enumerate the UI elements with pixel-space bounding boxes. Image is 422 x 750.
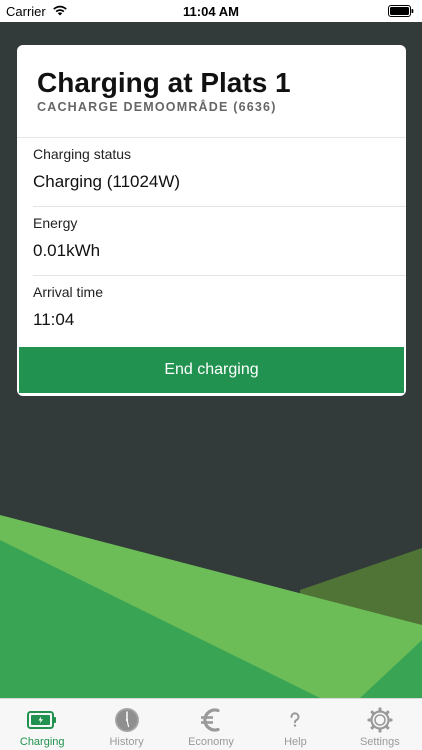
energy-field: Energy 0.01kWh xyxy=(33,207,406,276)
charging-status-value: Charging (11024W) xyxy=(33,172,181,191)
tab-economy[interactable]: Economy xyxy=(169,699,253,750)
page-title: Charging at Plats 1 xyxy=(37,67,291,98)
energy-label: Energy xyxy=(33,215,78,231)
energy-value: 0.01kWh xyxy=(33,241,101,260)
tab-settings[interactable]: Settings xyxy=(338,699,422,750)
tab-history[interactable]: History xyxy=(84,699,168,750)
status-time: 11:04 AM xyxy=(183,4,239,19)
battery-charging-icon xyxy=(27,707,57,733)
tab-help[interactable]: Help xyxy=(253,699,337,750)
charging-card: Charging at Plats 1 CACHARGE DEMOOMRÅDE … xyxy=(17,45,406,396)
tab-history-label: History xyxy=(109,736,144,748)
arrival-time-label: Arrival time xyxy=(33,284,104,300)
euro-icon xyxy=(196,707,226,733)
tab-bar: Charging History Economy Help Settings xyxy=(0,698,422,750)
question-icon xyxy=(280,707,310,733)
tab-charging[interactable]: Charging xyxy=(0,699,84,750)
battery-icon xyxy=(388,5,414,17)
tab-help-label: Help xyxy=(284,736,307,748)
tab-settings-label: Settings xyxy=(359,736,400,748)
tab-economy-label: Economy xyxy=(188,736,234,748)
end-charging-button[interactable]: End charging xyxy=(19,347,404,393)
clock-icon xyxy=(112,707,142,733)
charging-status-field: Charging status Charging (11024W) xyxy=(33,138,406,207)
arrival-time-field: Arrival time 11:04 xyxy=(33,276,406,345)
gear-icon xyxy=(365,707,395,733)
status-bar: Carrier 11:04 AM xyxy=(0,0,422,22)
location-subtitle: CACHARGE DEMOOMRÅDE (6636) xyxy=(37,100,277,114)
arrival-time-value: 11:04 xyxy=(33,310,75,329)
charging-status-label: Charging status xyxy=(33,146,132,162)
tab-charging-label: Charging xyxy=(19,736,65,748)
